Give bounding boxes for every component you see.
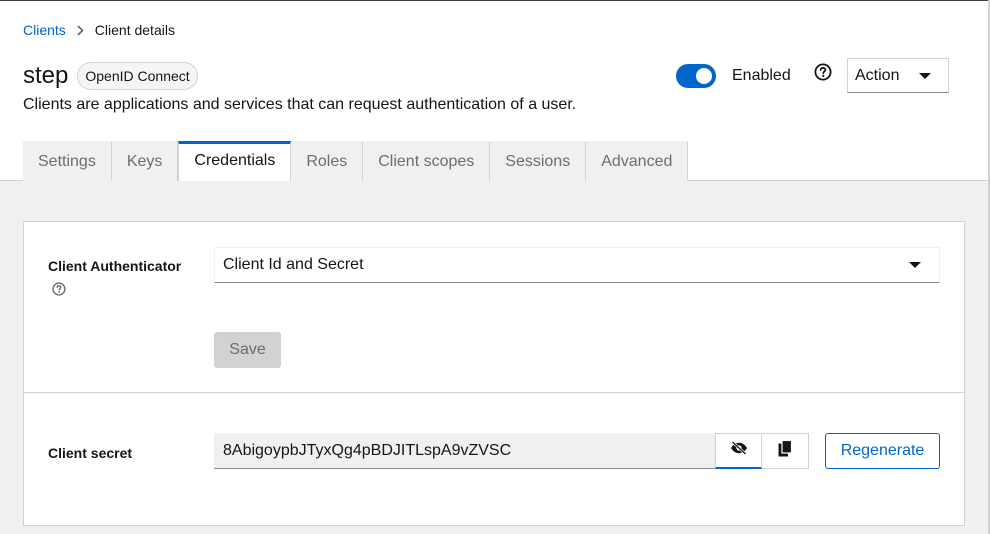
question-circle-icon[interactable] bbox=[814, 63, 832, 81]
breadcrumb: Clients Client details bbox=[23, 21, 175, 39]
client-authenticator-value: Client Id and Secret bbox=[223, 256, 364, 273]
action-dropdown-label: Action bbox=[855, 66, 900, 84]
tab-advanced[interactable]: Advanced bbox=[586, 141, 689, 181]
question-circle-icon[interactable] bbox=[52, 282, 66, 296]
client-authenticator-label: Client Authenticator bbox=[48, 258, 182, 274]
enabled-label: Enabled bbox=[732, 67, 791, 84]
tab-roles[interactable]: Roles bbox=[291, 141, 364, 181]
authenticator-card: Client Authenticator Client Id and Secre… bbox=[23, 221, 965, 393]
window-top-border bbox=[0, 0, 990, 1]
page-title: step bbox=[23, 62, 69, 89]
page-description: Clients are applications and services th… bbox=[23, 96, 577, 113]
copy-secret-button[interactable] bbox=[762, 433, 809, 469]
toggle-visibility-button[interactable] bbox=[715, 433, 762, 469]
eye-slash-icon bbox=[730, 441, 748, 460]
copy-icon bbox=[778, 439, 793, 462]
tab-client-scopes[interactable]: Client scopes bbox=[363, 141, 491, 181]
client-secret-input[interactable]: 8AbigoypbJTyxQg4pBDJITLspA9vZVSC bbox=[214, 433, 715, 469]
tab-bar: Settings Keys Credentials Roles Client s… bbox=[23, 141, 689, 181]
save-button[interactable]: Save bbox=[214, 332, 281, 368]
client-secret-card: Client secret 8AbigoypbJTyxQg4pBDJITLspA… bbox=[23, 392, 965, 526]
toggle-knob bbox=[696, 68, 712, 84]
chevron-right-icon bbox=[77, 24, 84, 36]
breadcrumb-current: Client details bbox=[94, 22, 175, 38]
regenerate-button[interactable]: Regenerate bbox=[825, 433, 940, 469]
tab-sessions[interactable]: Sessions bbox=[490, 141, 587, 181]
action-dropdown[interactable]: Action bbox=[847, 58, 949, 93]
breadcrumb-clients-link[interactable]: Clients bbox=[23, 22, 66, 38]
protocol-badge: OpenID Connect bbox=[77, 62, 198, 90]
client-authenticator-select[interactable]: Client Id and Secret bbox=[214, 247, 940, 283]
tab-settings[interactable]: Settings bbox=[23, 141, 112, 181]
title-row: step OpenID Connect bbox=[23, 61, 198, 91]
enabled-toggle[interactable] bbox=[676, 64, 716, 88]
tab-keys[interactable]: Keys bbox=[111, 141, 179, 181]
tab-credentials[interactable]: Credentials bbox=[178, 141, 292, 181]
caret-down-icon bbox=[919, 72, 931, 79]
caret-down-icon bbox=[909, 262, 921, 268]
client-secret-label: Client secret bbox=[48, 445, 133, 461]
